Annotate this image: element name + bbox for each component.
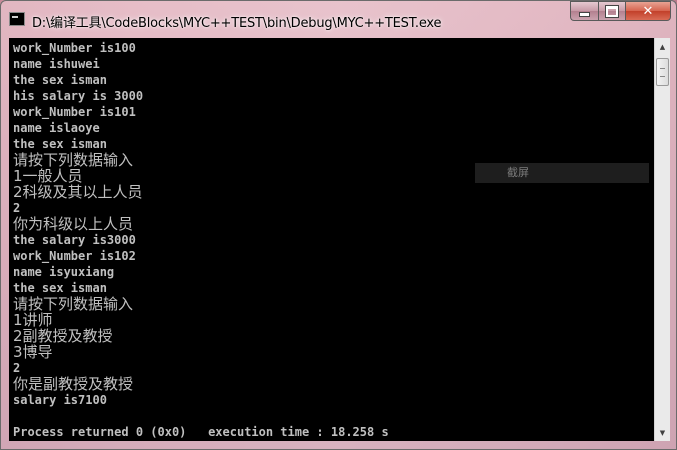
console-window: D:\编译工具\CodeBlocks\MYC++TEST\bin\Debug\M… [0, 0, 677, 450]
console-line: 你是副教授及教授 [13, 375, 134, 393]
window-title: D:\编译工具\CodeBlocks\MYC++TEST\bin\Debug\M… [32, 16, 442, 31]
maximize-icon [605, 4, 619, 18]
console-line: work_Number is102 [13, 249, 136, 263]
console-line: 请按下列数据输入 [13, 295, 134, 313]
scrollbar-thumb[interactable] [656, 58, 669, 86]
console-line: the sex isman [13, 281, 107, 295]
console-line: the sex isman [13, 137, 107, 151]
close-button[interactable]: ✕ [625, 1, 671, 21]
title-bar[interactable]: D:\编译工具\CodeBlocks\MYC++TEST\bin\Debug\M… [1, 1, 676, 37]
console-line: 2科级及其以上人员 [13, 183, 143, 201]
maximize-button[interactable] [598, 1, 625, 21]
arrow-down-icon: ▼ [659, 428, 666, 437]
vertical-scrollbar[interactable]: ▲ ▼ [654, 38, 670, 441]
console-line: name islaoye [13, 121, 100, 135]
console-line: 3博导 [13, 343, 53, 361]
console-line: 你为科级以上人员 [13, 215, 134, 233]
scroll-up-button[interactable]: ▲ [655, 38, 670, 55]
scroll-down-button[interactable]: ▼ [655, 424, 670, 441]
console-line: name isyuxiang [13, 265, 115, 279]
console-line: 请按下列数据输入 [13, 151, 134, 169]
console-line: work_Number is101 [13, 105, 136, 119]
console-line: his salary is 3000 [13, 89, 144, 103]
console-line: 1讲师 [13, 311, 53, 329]
minimize-icon [579, 11, 590, 17]
screenshot-tooltip: 截屏 [475, 163, 649, 183]
console-line: 1一般人员 [13, 167, 83, 185]
console-line: 2 [13, 201, 21, 215]
console-line: the salary is3000 [13, 233, 136, 247]
console-line: 2副教授及教授 [13, 327, 113, 345]
window-controls: ✕ [570, 1, 671, 21]
console-line: work_Number is100 [13, 41, 136, 55]
console-line: salary is7100 [13, 393, 107, 407]
console-app-icon [9, 12, 25, 26]
console-line: 2 [13, 361, 21, 375]
minimize-button[interactable] [570, 1, 598, 21]
console-line: the sex isman [13, 73, 107, 87]
close-icon: ✕ [642, 3, 654, 19]
console-output[interactable]: work_Number is100 name ishuwei the sex i… [9, 38, 654, 441]
console-line: name ishuwei [13, 57, 100, 71]
arrow-up-icon: ▲ [659, 42, 666, 51]
process-status-line: Process returned 0 (0x0) execution time … [13, 425, 389, 439]
